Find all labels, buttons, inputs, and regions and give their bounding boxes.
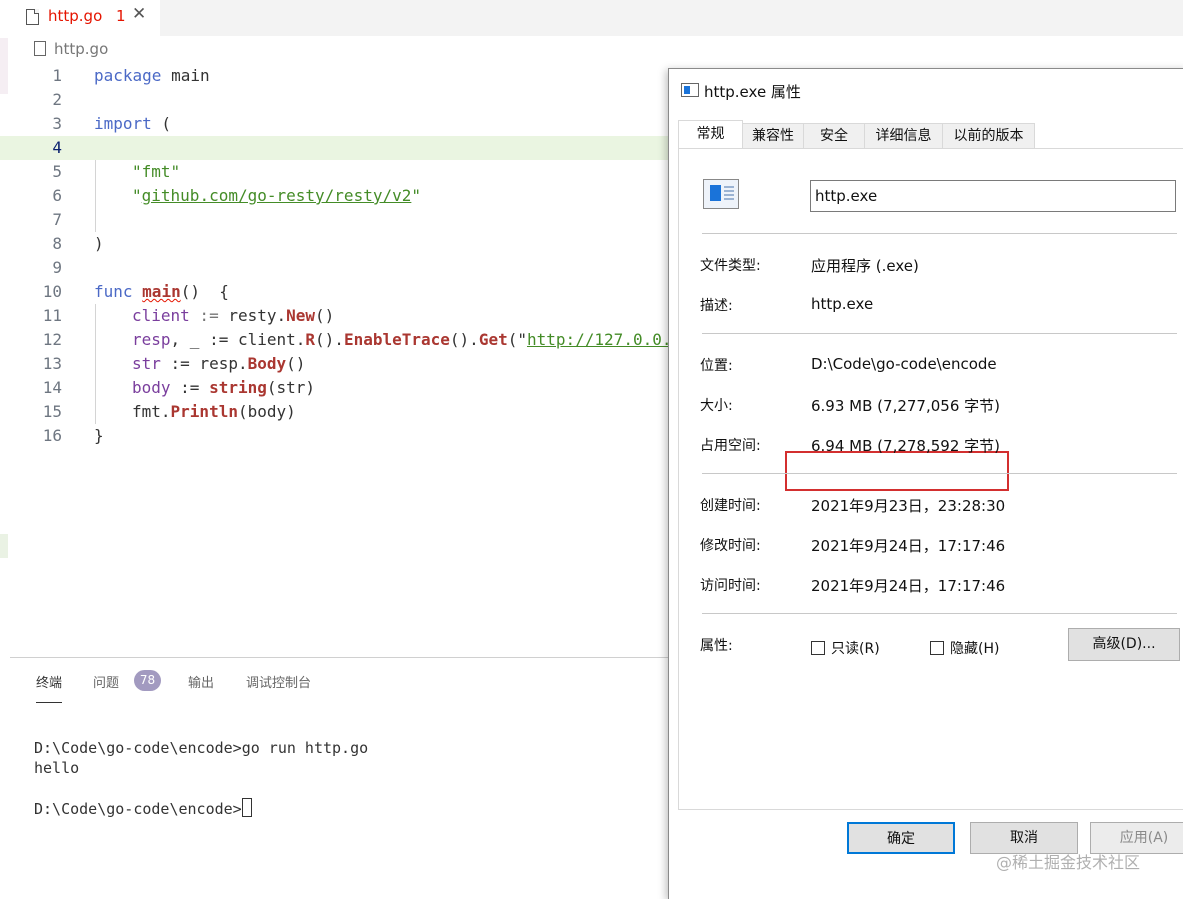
dialog-tabs: 常规 兼容性 安全 详细信息 以前的版本 <box>678 120 1183 150</box>
import-path-link: github.com/go-resty/resty/v2 <box>141 186 412 205</box>
glyph-margin-marker <box>0 534 8 558</box>
size-on-disk-value: 6.94 MB (7,278,592 字节) <box>811 437 1000 455</box>
editor-tab-bar: http.go 1 ✕ <box>0 0 1183 36</box>
terminal-cursor <box>241 798 252 817</box>
description-label: 描述: <box>700 298 733 314</box>
created-label: 创建时间: <box>700 498 761 514</box>
code-line: 13 str := resp.Body() <box>0 352 668 376</box>
bottom-panel: 终端 问题 78 输出 调试控制台 D:\Code\go-code\encode… <box>10 657 668 896</box>
tab-compatibility[interactable]: 兼容性 <box>742 123 804 149</box>
divider <box>702 233 1177 234</box>
tab-filename: http.go <box>48 7 103 25</box>
ok-button[interactable]: 确定 <box>847 822 955 854</box>
dialog-title: http.exe 属性 <box>704 83 801 101</box>
terminal-line: D:\Code\go-code\encode> <box>34 800 242 818</box>
description-value: http.exe <box>811 295 874 313</box>
close-icon[interactable]: ✕ <box>132 4 146 24</box>
file-icon <box>34 41 46 56</box>
general-tab-panel: 文件类型: 应用程序 (.exe) 描述: http.exe 位置: D:\Co… <box>678 148 1183 810</box>
accessed-value: 2021年9月24日，17:17:46 <box>811 577 1006 595</box>
line-number: 6 <box>52 186 62 205</box>
code-line: 15 fmt.Println(body) <box>0 400 668 424</box>
problems-badge: 78 <box>134 670 161 691</box>
line-number: 14 <box>42 378 62 397</box>
line-number: 11 <box>42 306 62 325</box>
editor-tab-http-go[interactable]: http.go 1 ✕ <box>0 0 160 36</box>
checkbox-box <box>930 641 944 655</box>
file-icon <box>26 9 39 25</box>
code-line: 6 "github.com/go-resty/resty/v2" <box>0 184 668 208</box>
created-value: 2021年9月23日，23:28:30 <box>811 497 1006 515</box>
code-line: 7 <box>0 208 668 232</box>
location-label: 位置: <box>700 358 733 374</box>
code-line: 2 <box>0 88 668 112</box>
properties-dialog: http.exe 属性 常规 兼容性 安全 详细信息 以前的版本 文件类型: 应… <box>668 68 1183 899</box>
filename-input[interactable] <box>810 180 1176 212</box>
terminal-line: hello <box>34 759 80 777</box>
line-number: 9 <box>52 258 62 277</box>
tab-problem-count: 1 <box>116 7 126 25</box>
exe-file-icon <box>681 83 699 97</box>
line-number: 3 <box>52 114 62 133</box>
code-line: 8) <box>0 232 668 256</box>
tab-previous-versions[interactable]: 以前的版本 <box>942 123 1035 149</box>
line-number: 15 <box>42 402 62 421</box>
file-type-label: 文件类型: <box>700 258 761 274</box>
tab-terminal[interactable]: 终端 <box>36 672 63 703</box>
code-line: 11 client := resty.New() <box>0 304 668 328</box>
breadcrumb-file: http.go <box>54 40 109 58</box>
code-line: 16} <box>0 424 668 448</box>
readonly-label: 只读(R) <box>831 641 880 657</box>
terminal-line: D:\Code\go-code\encode>go run http.go <box>34 739 369 757</box>
watermark: @稀土掘金技术社区 <box>996 853 1141 872</box>
url-link: http://127.0.0. <box>526 330 672 349</box>
line-number: 16 <box>42 426 62 445</box>
file-type-value: 应用程序 (.exe) <box>811 257 919 275</box>
size-on-disk-label: 占用空间: <box>700 438 761 454</box>
tab-output[interactable]: 输出 <box>188 672 214 702</box>
line-number: 1 <box>52 66 62 85</box>
code-line: 10 func main() { <box>0 280 668 304</box>
attributes-label: 属性: <box>700 638 733 654</box>
tab-security[interactable]: 安全 <box>803 123 865 149</box>
terminal-prompt[interactable]: D:\Code\go-code\encode> <box>34 798 252 819</box>
line-number: 2 <box>52 90 62 109</box>
hidden-checkbox[interactable]: 隐藏(H) <box>930 638 999 658</box>
code-line: 3 import ( <box>0 112 668 136</box>
tab-debug-console[interactable]: 调试控制台 <box>246 672 311 702</box>
line-number: 5 <box>52 162 62 181</box>
highlight-box <box>785 451 1009 491</box>
code-line: 9 <box>0 256 668 280</box>
size-value: 6.93 MB (7,277,056 字节) <box>811 397 1000 415</box>
divider <box>702 333 1177 334</box>
tab-general[interactable]: 常规 <box>678 120 743 150</box>
size-label: 大小: <box>700 398 733 414</box>
application-icon <box>703 179 739 209</box>
line-number: 10 <box>42 282 62 301</box>
code-line-current: 4 <box>0 136 668 160</box>
code-line: 12 resp, _ := client.R().EnableTrace().Ge… <box>0 328 672 352</box>
line-number: 7 <box>52 210 62 229</box>
modified-value: 2021年9月24日，17:17:46 <box>811 537 1006 555</box>
line-number: 4 <box>52 138 62 157</box>
code-line: 1 package main <box>0 64 668 88</box>
modified-label: 修改时间: <box>700 538 761 554</box>
location-value: D:\Code\go-code\encode <box>811 355 997 373</box>
divider <box>702 473 1177 474</box>
code-line: 5 "fmt" <box>0 160 668 184</box>
checkbox-box <box>811 641 825 655</box>
advanced-button[interactable]: 高级(D)... <box>1068 628 1180 661</box>
code-line: 14 body := string(str) <box>0 376 668 400</box>
tab-problems[interactable]: 问题 <box>93 672 119 702</box>
tab-details[interactable]: 详细信息 <box>864 123 943 149</box>
breadcrumb[interactable]: http.go <box>34 40 108 62</box>
line-number: 12 <box>42 330 62 349</box>
accessed-label: 访问时间: <box>700 578 761 594</box>
line-number: 8 <box>52 234 62 253</box>
line-number: 13 <box>42 354 62 373</box>
hidden-label: 隐藏(H) <box>950 641 1000 657</box>
readonly-checkbox[interactable]: 只读(R) <box>811 638 880 658</box>
divider <box>702 613 1177 614</box>
